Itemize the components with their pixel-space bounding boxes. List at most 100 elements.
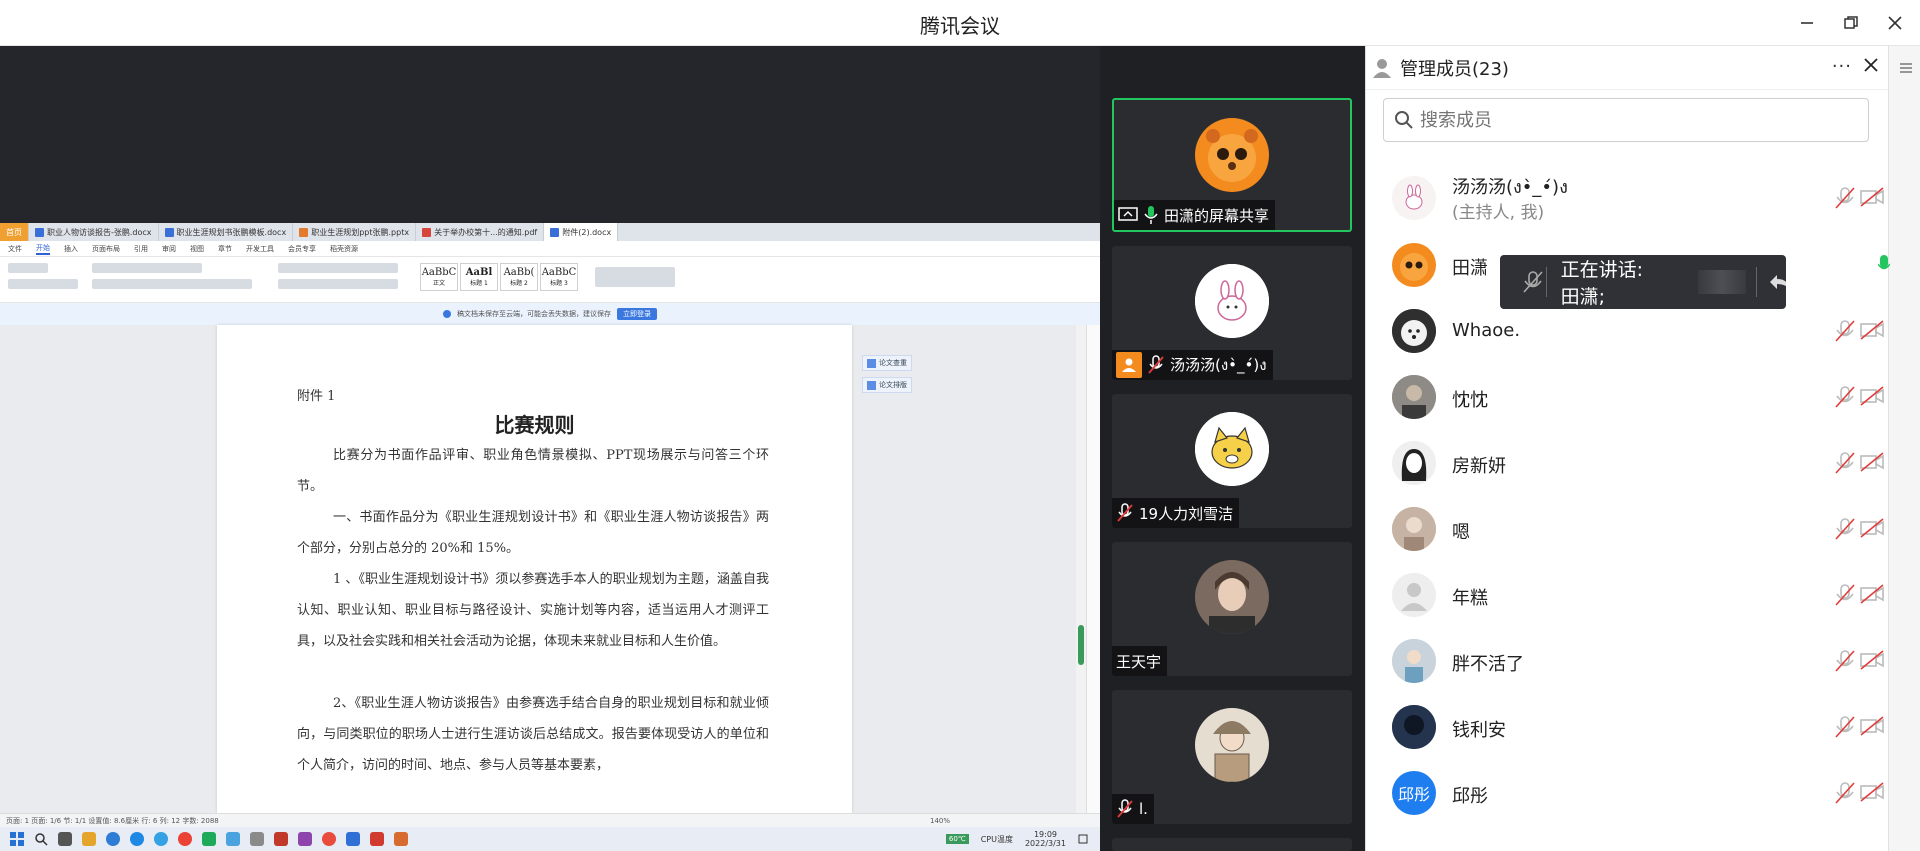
menu-layout[interactable]: 页面布局 (92, 244, 120, 254)
document-tab-active[interactable]: 附件(2).docx (544, 223, 619, 241)
mic-on-icon[interactable] (1878, 254, 1890, 276)
video-off-icon[interactable] (1859, 452, 1885, 472)
menu-insert[interactable]: 插入 (64, 244, 78, 254)
font-selector[interactable] (92, 263, 202, 273)
mic-muted-icon[interactable] (1834, 451, 1856, 475)
find-replace-tools[interactable] (595, 267, 675, 287)
video-off-icon[interactable] (1859, 782, 1885, 802)
more-options-button[interactable]: ··· (1832, 56, 1852, 77)
clipboard-tools[interactable] (8, 263, 48, 273)
edge-icon[interactable] (130, 832, 144, 846)
document-tab[interactable]: 职业人物访谈报告-张鹏.docx (29, 223, 159, 241)
wechat-icon[interactable] (202, 832, 216, 846)
video-off-icon[interactable] (1859, 584, 1885, 604)
app-icon[interactable] (274, 832, 288, 846)
wps-writer-icon[interactable] (394, 832, 408, 846)
style-heading-2[interactable]: AaBb(标题 2 (500, 263, 538, 291)
login-now-button[interactable]: 立即登录 (617, 308, 657, 320)
browser-icon[interactable] (106, 832, 120, 846)
tencent-meeting-icon[interactable] (346, 832, 360, 846)
member-row[interactable]: 年糕 (1366, 565, 1888, 625)
mic-muted-icon[interactable] (1834, 715, 1856, 739)
document-tab[interactable]: 职业生涯规划书张鹏模板.docx (159, 223, 294, 241)
font-formatting-tools[interactable] (92, 279, 252, 289)
mic-muted-icon[interactable] (1834, 385, 1856, 409)
mic-muted-icon[interactable] (1834, 781, 1856, 805)
windows-start-icon[interactable] (10, 832, 24, 846)
reply-icon[interactable] (1767, 272, 1786, 292)
member-search-box[interactable] (1383, 98, 1869, 142)
mic-muted-icon[interactable] (1834, 517, 1856, 541)
video-off-icon[interactable] (1859, 650, 1885, 670)
task-view-icon[interactable] (58, 832, 72, 846)
member-row[interactable]: 钱利安 (1366, 697, 1888, 757)
mic-muted-icon[interactable] (1834, 319, 1856, 343)
menu-review[interactable]: 审阅 (162, 244, 176, 254)
hamburger-menu-icon[interactable] (1899, 61, 1913, 75)
menu-home[interactable]: 开始 (36, 243, 50, 255)
browser-icon[interactable] (154, 832, 168, 846)
video-tile-partial[interactable] (1112, 838, 1352, 851)
video-off-icon[interactable] (1859, 320, 1885, 340)
video-off-icon[interactable] (1859, 386, 1885, 406)
app-icon[interactable] (226, 832, 240, 846)
member-row[interactable]: 房新妍 (1366, 433, 1888, 493)
video-tile[interactable]: 汤汤汤(ง•̀_•́)ง (1112, 246, 1352, 380)
format-painter[interactable] (8, 279, 78, 289)
app-titlebar: 腾讯会议 (0, 0, 1920, 46)
document-tab-home[interactable]: 首页 (0, 223, 29, 241)
menu-chapter[interactable]: 章节 (218, 244, 232, 254)
document-scrollbar[interactable] (1076, 325, 1086, 813)
video-off-icon[interactable] (1859, 716, 1885, 736)
member-row-host[interactable]: 汤汤汤(ง•̀_•́)ง (主持人, 我) (1366, 168, 1888, 228)
video-off-icon[interactable] (1859, 187, 1885, 207)
mic-muted-icon[interactable] (1514, 270, 1544, 294)
style-heading-1[interactable]: AaBl 标题 1 (460, 263, 498, 291)
taskbar-clock[interactable]: 19:09 2022/3/31 (1025, 830, 1066, 848)
menu-references[interactable]: 引用 (134, 244, 148, 254)
alignment-tools[interactable] (278, 279, 398, 289)
app-icon[interactable] (250, 832, 264, 846)
file-explorer-icon[interactable] (82, 832, 96, 846)
search-icon[interactable] (34, 832, 48, 846)
member-row[interactable]: Whaoe. (1366, 301, 1888, 361)
document-page[interactable]: 附件 1 比赛规则 比赛分为书面作品评审、职业角色情景模拟、PPT现场展示与问答… (217, 325, 852, 813)
zoom-level[interactable]: 140% (930, 817, 950, 825)
mic-muted-icon[interactable] (1834, 583, 1856, 607)
menu-developer[interactable]: 开发工具 (246, 244, 274, 254)
member-search-input[interactable] (1420, 109, 1860, 131)
video-tile[interactable]: 19人力刘雪洁 (1112, 394, 1352, 528)
paper-layout-button[interactable]: 论文排版 (862, 377, 912, 393)
style-normal[interactable]: AaBbC 正文 (420, 263, 458, 291)
video-tile[interactable]: l. (1112, 690, 1352, 824)
scrollbar-thumb[interactable] (1078, 625, 1084, 665)
app-icon[interactable] (298, 832, 312, 846)
document-tab[interactable]: 职业生涯规划ppt张鹏.pptx (293, 223, 417, 241)
app-icon[interactable] (322, 832, 336, 846)
member-row[interactable]: 嗯 (1366, 499, 1888, 559)
restore-button[interactable] (1838, 10, 1864, 36)
minimize-button[interactable] (1794, 10, 1820, 36)
mic-muted-icon[interactable] (1834, 649, 1856, 673)
notification-icon[interactable] (1078, 834, 1088, 844)
close-window-button[interactable] (1882, 10, 1908, 36)
style-heading-3[interactable]: AaBbC 标题 3 (540, 263, 578, 291)
menu-view[interactable]: 视图 (190, 244, 204, 254)
member-row[interactable]: 邱彤 邱彤 (1366, 763, 1888, 823)
video-tile-screen-share[interactable]: 田潇的屏幕共享 (1112, 98, 1352, 232)
member-row[interactable]: 胖不活了 (1366, 631, 1888, 691)
video-tile[interactable]: 王天宇 (1112, 542, 1352, 676)
close-members-panel-button[interactable] (1862, 56, 1880, 74)
paper-check-button[interactable]: 论文查重 (862, 355, 912, 371)
member-row[interactable]: 忱忱 (1366, 367, 1888, 427)
paragraph-tools[interactable] (278, 263, 398, 273)
document-tab[interactable]: 关于举办校第十...的通知.pdf (416, 223, 545, 241)
word-file-icon (35, 227, 44, 237)
video-off-icon[interactable] (1859, 518, 1885, 538)
mic-muted-icon[interactable] (1834, 186, 1856, 210)
wps-icon[interactable] (370, 832, 384, 846)
menu-resources[interactable]: 稻壳资源 (330, 244, 358, 254)
menu-file[interactable]: 文件 (8, 244, 22, 254)
chrome-icon[interactable] (178, 832, 192, 846)
menu-member[interactable]: 会员专享 (288, 244, 316, 254)
